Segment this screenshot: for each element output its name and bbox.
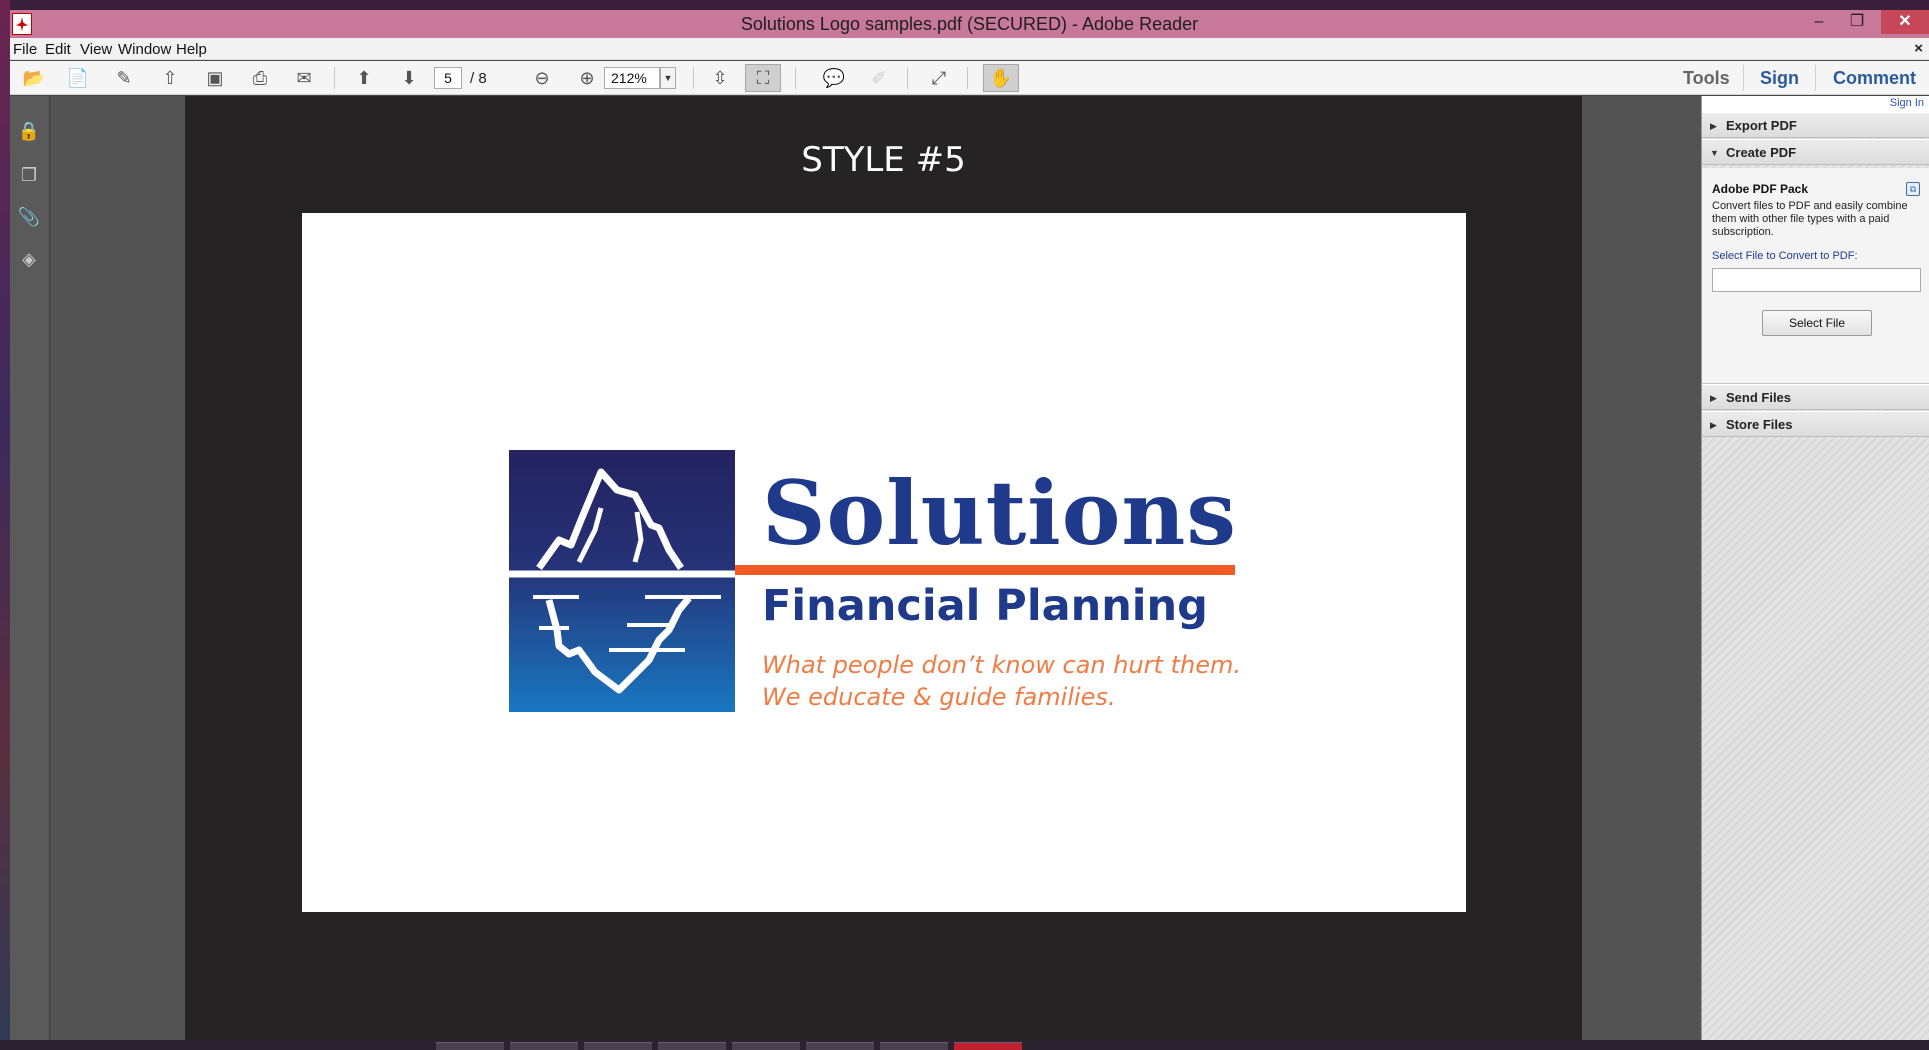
layers-icon[interactable]: ◈: [18, 248, 40, 270]
pdf-page: STYLE #5 Solutions Financial Planning Wh…: [185, 96, 1582, 1040]
send-files-title: Send Files: [1726, 390, 1792, 405]
sign-link[interactable]: Sign: [1760, 68, 1799, 89]
page-heading: STYLE #5: [801, 140, 966, 180]
page-number-input[interactable]: 5: [434, 67, 462, 89]
export-pdf-title: Export PDF: [1726, 118, 1797, 133]
create-pdf-title: Create PDF: [1726, 145, 1797, 160]
send-files-section[interactable]: ▶ Send Files: [1702, 384, 1929, 410]
collapsed-arrow-icon: ▶: [1710, 420, 1717, 430]
store-files-title: Store Files: [1726, 417, 1793, 432]
zoom-dropdown-icon[interactable]: ▼: [660, 67, 676, 89]
logo-name: Solutions: [762, 461, 1237, 565]
taskbar-button[interactable]: [732, 1042, 800, 1050]
toolbar-separator: [907, 67, 908, 89]
sign-in-row: Sign In: [1702, 96, 1929, 112]
email-icon[interactable]: ✉: [292, 66, 316, 90]
toolbar-divider: [1815, 65, 1816, 91]
toolbar-divider: [1743, 65, 1744, 91]
task-pane: Sign In ▶ Export PDF ▼ Create PDF Adobe …: [1701, 96, 1929, 1040]
print-icon[interactable]: ⎙: [248, 66, 272, 90]
logo-subtitle: Financial Planning: [762, 581, 1208, 631]
menu-edit[interactable]: Edit: [45, 41, 71, 58]
page-total: / 8: [470, 70, 487, 87]
page-thumbnails-icon[interactable]: ❐: [18, 164, 40, 186]
taskbar-button-adobe-reader[interactable]: [954, 1042, 1022, 1050]
select-file-button[interactable]: Select File: [1762, 310, 1872, 336]
next-page-icon[interactable]: ⬇: [397, 66, 421, 90]
expanded-arrow-icon: ▼: [1710, 148, 1719, 158]
document-viewer[interactable]: STYLE #5 Solutions Financial Planning Wh…: [51, 96, 1701, 1040]
toolbar-separator: [795, 67, 796, 89]
scroll-mode-icon[interactable]: ⇳: [708, 66, 732, 90]
pdf-pack-description: Convert files to PDF and easily combine …: [1712, 200, 1908, 238]
taskbar-button[interactable]: [806, 1042, 874, 1050]
tools-link[interactable]: Tools: [1683, 68, 1730, 89]
sign-in-link[interactable]: Sign In: [1890, 97, 1924, 109]
collapsed-arrow-icon: ▶: [1710, 121, 1717, 131]
logo-tagline-2: We educate & guide families.: [762, 683, 1116, 711]
previous-page-icon[interactable]: ⬆: [352, 66, 376, 90]
comment-icon[interactable]: 💬: [822, 66, 846, 90]
edit-icon[interactable]: ✎: [112, 66, 136, 90]
minimize-button[interactable]: –: [1799, 10, 1839, 34]
create-pdf-body: Adobe PDF Pack ⧉ Convert files to PDF an…: [1702, 168, 1929, 384]
fit-page-icon[interactable]: ⛶: [751, 66, 775, 90]
adobe-reader-window: Solutions Logo samples.pdf (SECURED) - A…: [10, 10, 1929, 1040]
zoom-input[interactable]: 212%: [604, 67, 660, 89]
pdf-pack-info-icon[interactable]: ⧉: [1906, 182, 1920, 196]
attachments-icon[interactable]: 📎: [18, 206, 40, 228]
highlight-icon[interactable]: ✐: [867, 66, 891, 90]
taskbar-button[interactable]: [658, 1042, 726, 1050]
menu-file[interactable]: File: [13, 41, 37, 58]
toolbar-separator: [693, 67, 694, 89]
window-title: Solutions Logo samples.pdf (SECURED) - A…: [740, 14, 1199, 34]
create-pdf-section[interactable]: ▼ Create PDF: [1702, 139, 1929, 165]
zoom-in-icon[interactable]: ⊕: [575, 66, 599, 90]
menu-help[interactable]: Help: [176, 41, 207, 58]
comment-link[interactable]: Comment: [1833, 68, 1916, 89]
toolbar-separator: [967, 67, 968, 89]
taskbar-button[interactable]: [880, 1042, 948, 1050]
open-icon[interactable]: 📂: [22, 66, 46, 90]
iceberg-icon: [509, 468, 735, 694]
logo-orange-bar: [735, 565, 1235, 575]
zoom-out-icon[interactable]: ⊖: [530, 66, 554, 90]
export-pdf-section[interactable]: ▶ Export PDF: [1702, 112, 1929, 138]
taskbar-button[interactable]: [510, 1042, 578, 1050]
pdf-pack-title: Adobe PDF Pack: [1712, 182, 1809, 196]
select-file-label: Select File to Convert to PDF:: [1712, 250, 1858, 262]
save-icon[interactable]: ▣: [203, 66, 227, 90]
toolbar: 📂 📄 ✎ ⇧ ▣ ⎙ ✉ ⬆ ⬇ 5 / 8 ⊖ ⊕ 212% ▼ ⇳ ⛶ 💬…: [10, 61, 1929, 95]
taskbar-button[interactable]: [436, 1042, 504, 1050]
maximize-button[interactable]: ❐: [1837, 10, 1877, 34]
store-files-section[interactable]: ▶ Store Files: [1702, 411, 1929, 437]
logo-slide: Solutions Financial Planning What people…: [302, 213, 1466, 912]
upload-icon[interactable]: ⇧: [158, 66, 182, 90]
desktop-edge: [0, 0, 10, 1050]
taskbar-button[interactable]: [584, 1042, 652, 1050]
file-path-input[interactable]: [1712, 268, 1921, 292]
menu-bar: File Edit View Window Help ×: [10, 38, 1929, 60]
collapsed-arrow-icon: ▶: [1710, 393, 1717, 403]
close-document-icon[interactable]: ×: [1914, 40, 1923, 57]
hand-tool-icon[interactable]: ✋: [989, 66, 1013, 90]
create-pdf-icon[interactable]: 📄: [66, 66, 90, 90]
logo-tagline-1: What people don’t know can hurt them.: [762, 651, 1241, 679]
full-screen-icon[interactable]: ⤢: [927, 66, 951, 90]
close-button[interactable]: ✕: [1881, 10, 1929, 34]
menu-view[interactable]: View: [80, 41, 112, 58]
title-bar: Solutions Logo samples.pdf (SECURED) - A…: [10, 10, 1929, 38]
menu-window[interactable]: Window: [118, 41, 171, 58]
toolbar-separator: [334, 67, 335, 89]
navigation-pane: 🔒 ❐ 📎 ◈: [10, 96, 50, 1040]
iceberg-logo-mark: [509, 450, 735, 712]
lock-icon[interactable]: 🔒: [18, 120, 40, 142]
